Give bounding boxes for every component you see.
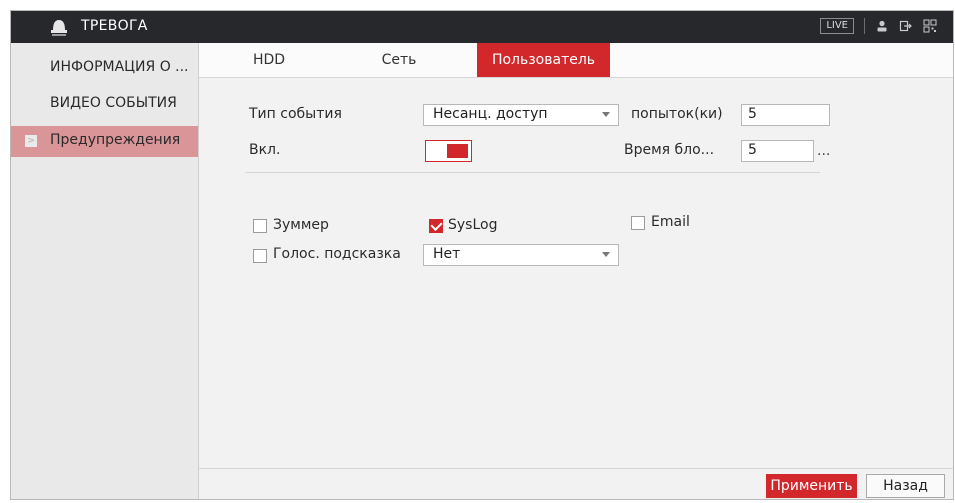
tab-hdd[interactable]: HDD bbox=[219, 43, 319, 77]
email-label: Email bbox=[651, 214, 690, 230]
syslog-checkbox[interactable] bbox=[429, 219, 443, 233]
tab-bar: HDD Сеть Пользователь bbox=[199, 43, 953, 78]
qr-code-icon[interactable] bbox=[923, 19, 937, 33]
attempts-value: 5 bbox=[748, 106, 757, 122]
buzzer-checkbox[interactable] bbox=[253, 219, 267, 233]
sidebar-item-info[interactable]: ИНФОРМАЦИЯ О ... bbox=[11, 53, 198, 84]
alarm-window: ТРЕВОГА LIVE ИНФОРМАЦИЯ О ... ВИДЕО СОБЫ… bbox=[10, 10, 954, 500]
sidebar-item-video-events[interactable]: ВИДЕО СОБЫТИЯ bbox=[11, 89, 198, 120]
sidebar-item-label: Предупреждения bbox=[50, 132, 181, 148]
enable-label: Вкл. bbox=[249, 142, 281, 158]
user-icon[interactable] bbox=[875, 19, 889, 33]
tab-network[interactable]: Сеть bbox=[349, 43, 449, 77]
event-type-value: Несанц. доступ bbox=[433, 106, 548, 122]
sidebar-item-warnings[interactable]: > Предупреждения bbox=[11, 126, 198, 157]
main-panel: HDD Сеть Пользователь Тип события Несанц… bbox=[199, 43, 953, 499]
attempts-input[interactable]: 5 bbox=[741, 104, 830, 126]
divider bbox=[864, 18, 865, 34]
sidebar-item-label: ИНФОРМАЦИЯ О ... bbox=[50, 59, 189, 75]
alarm-bell-icon bbox=[51, 20, 67, 36]
voice-prompt-value: Нет bbox=[433, 246, 461, 262]
lock-time-input[interactable]: 5 bbox=[741, 140, 814, 162]
sidebar: ИНФОРМАЦИЯ О ... ВИДЕО СОБЫТИЯ > Предупр… bbox=[11, 43, 199, 499]
footer-bar: Применить Назад bbox=[199, 468, 953, 499]
logout-icon[interactable] bbox=[899, 19, 913, 33]
email-checkbox[interactable] bbox=[631, 216, 645, 230]
attempts-label: попыток(ки) bbox=[631, 106, 723, 122]
page-title: ТРЕВОГА bbox=[81, 18, 148, 34]
chevron-down-icon bbox=[602, 112, 610, 117]
event-type-select[interactable]: Несанц. доступ bbox=[423, 104, 619, 126]
event-type-label: Тип события bbox=[249, 106, 342, 122]
lock-time-value: 5 bbox=[748, 142, 757, 158]
back-button[interactable]: Назад bbox=[866, 474, 945, 498]
sidebar-item-label: ВИДЕО СОБЫТИЯ bbox=[50, 95, 177, 111]
tab-user[interactable]: Пользователь bbox=[477, 43, 610, 77]
voice-prompt-label: Голос. подсказка bbox=[273, 246, 401, 262]
voice-prompt-checkbox[interactable] bbox=[253, 249, 267, 263]
buzzer-label: Зуммер bbox=[273, 217, 329, 233]
live-button[interactable]: LIVE bbox=[820, 18, 854, 34]
chevron-down-icon bbox=[602, 252, 610, 257]
section-divider bbox=[245, 172, 820, 173]
syslog-label: SysLog bbox=[448, 217, 498, 233]
voice-prompt-select[interactable]: Нет bbox=[423, 244, 619, 266]
title-bar-controls: LIVE bbox=[820, 18, 937, 34]
toggle-knob bbox=[447, 144, 468, 158]
enable-toggle[interactable] bbox=[425, 140, 472, 162]
apply-button[interactable]: Применить bbox=[766, 474, 857, 498]
lock-time-label: Время бло... bbox=[624, 142, 715, 158]
title-bar: ТРЕВОГА LIVE bbox=[11, 11, 953, 43]
chevron-right-icon: > bbox=[25, 135, 37, 147]
lock-time-more-button[interactable]: ... bbox=[817, 143, 830, 159]
